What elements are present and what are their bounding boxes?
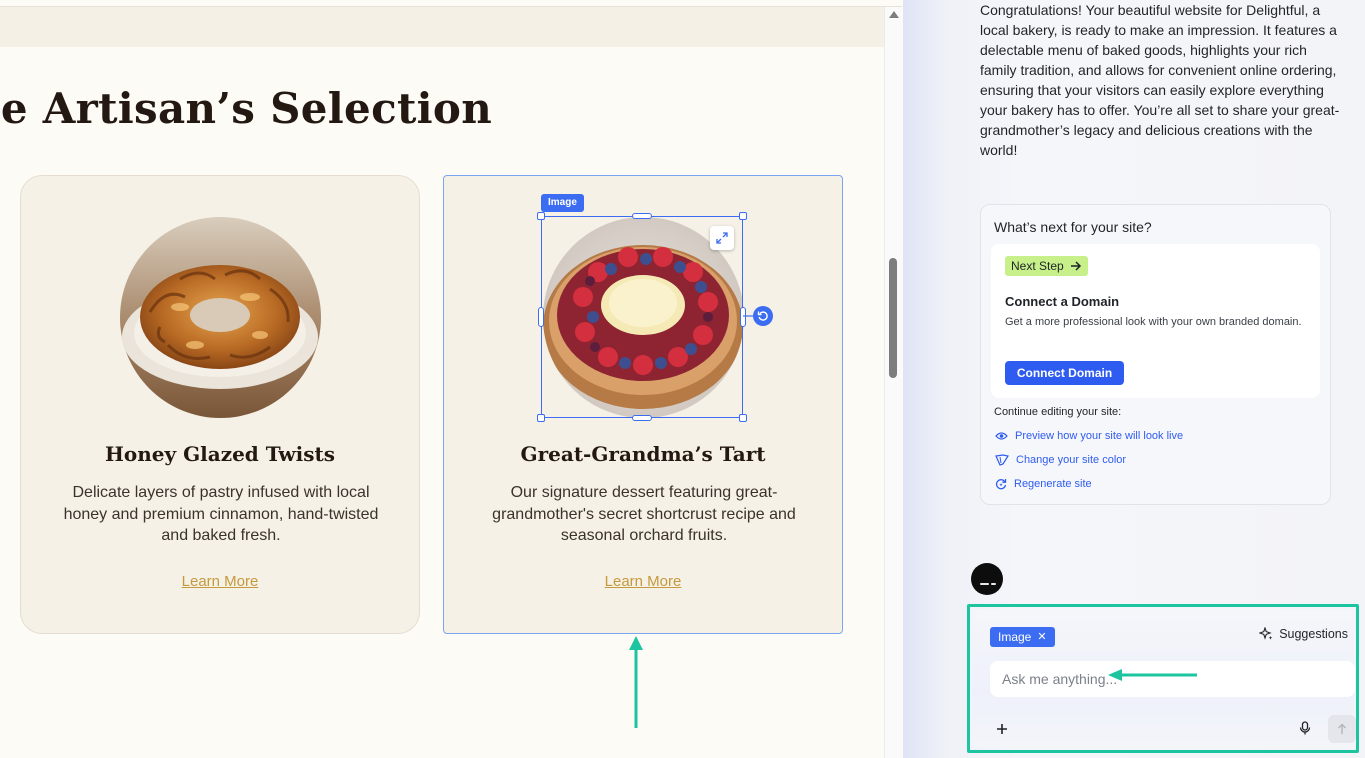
resize-handle-top[interactable] — [632, 213, 652, 219]
card-title: Great-Grandma’s Tart — [520, 442, 766, 466]
resize-handle-top-right[interactable] — [739, 212, 747, 220]
section-heading[interactable]: he Artisan’s Selection — [0, 84, 492, 133]
card-description: Delicate layers of pastry infused with l… — [63, 484, 379, 544]
connect-domain-card: Next Step Connect a Domain Get a more pr… — [991, 244, 1320, 398]
resize-handle-top-left[interactable] — [537, 212, 545, 220]
selection-label: Image — [541, 194, 584, 212]
expand-button[interactable] — [710, 226, 734, 250]
continue-editing-label: Continue editing your site: — [994, 406, 1122, 418]
suggestions-label: Suggestions — [1279, 627, 1348, 641]
learn-more-link[interactable]: Learn More — [21, 573, 419, 590]
resize-handle-bottom-left[interactable] — [537, 414, 545, 422]
preview-live-label: Preview how your site will look live — [1015, 430, 1184, 442]
next-steps-question: What’s next for your site? — [994, 219, 1152, 235]
scroll-thumb[interactable] — [889, 258, 897, 378]
resize-handle-left[interactable] — [538, 307, 544, 327]
scroll-up-arrow-icon[interactable] — [889, 11, 899, 18]
assistant-message: Congratulations! Your beautiful website … — [980, 2, 1340, 158]
resize-handle-bottom[interactable] — [632, 415, 652, 421]
next-steps-card: What’s next for your site? Next Step Con… — [980, 204, 1331, 505]
next-step-badge-label: Next Step — [1011, 259, 1064, 273]
assistant-avatar — [971, 563, 1003, 595]
expand-icon — [716, 232, 728, 244]
send-button[interactable] — [1328, 715, 1356, 743]
preview-scrollbar[interactable] — [884, 7, 902, 758]
context-chip-label: Image — [998, 630, 1032, 644]
arrow-right-icon — [1070, 261, 1081, 271]
plus-icon — [997, 724, 1007, 734]
avatar-face-mark — [991, 583, 996, 585]
add-attachment-button[interactable] — [996, 719, 1008, 739]
microphone-icon — [1299, 721, 1311, 735]
resize-handle-right[interactable] — [740, 307, 746, 327]
suggestions-button[interactable]: Suggestions — [1259, 627, 1348, 641]
card-title: Honey Glazed Twists — [104, 442, 335, 466]
regenerate-link[interactable]: Regenerate site — [995, 478, 1092, 490]
eye-icon — [995, 432, 1008, 440]
connect-domain-title: Connect a Domain — [1005, 294, 1120, 309]
chip-close-icon[interactable]: ✕ — [1037, 627, 1046, 647]
rotate-icon — [757, 311, 768, 321]
preview-top-edge — [0, 0, 902, 7]
palette-icon — [995, 454, 1009, 466]
rotate-button[interactable] — [753, 306, 773, 326]
composer-body: Image ✕ Suggestions — [972, 609, 1356, 748]
avatar-face-mark — [980, 583, 989, 585]
regenerate-label: Regenerate site — [1014, 478, 1092, 490]
regenerate-icon — [995, 479, 1007, 490]
microphone-button[interactable] — [1299, 721, 1311, 740]
resize-handle-bottom-right[interactable] — [739, 414, 747, 422]
preview-live-link[interactable]: Preview how your site will look live — [995, 430, 1183, 442]
honey-twists-image[interactable] — [120, 217, 321, 418]
card-description: Our signature dessert featuring great-gr… — [492, 484, 796, 544]
preview-header-band — [0, 7, 884, 47]
sparkle-icon — [1259, 627, 1273, 640]
assistant-panel: Congratulations! Your beautiful website … — [903, 0, 1365, 758]
connect-domain-button[interactable]: Connect Domain — [1005, 361, 1124, 385]
learn-more-link[interactable]: Learn More — [444, 573, 842, 590]
next-step-badge: Next Step — [1005, 256, 1088, 276]
arrow-up-icon — [1337, 723, 1347, 734]
chat-composer: Image ✕ Suggestions — [967, 604, 1359, 753]
change-color-label: Change your site color — [1016, 454, 1127, 466]
connect-domain-description: Get a more professional look with your o… — [1005, 316, 1302, 328]
annotation-arrow-up-icon — [629, 636, 643, 728]
change-color-link[interactable]: Change your site color — [995, 454, 1126, 466]
annotation-arrow-left-icon — [1108, 669, 1197, 681]
context-chip-image[interactable]: Image ✕ — [990, 627, 1055, 647]
product-card-honey-twists[interactable]: Honey Glazed Twists Delicate layers of p… — [20, 175, 420, 634]
site-preview-canvas[interactable]: he Artisan’s Selection Honey Glazed Twis… — [0, 0, 902, 758]
